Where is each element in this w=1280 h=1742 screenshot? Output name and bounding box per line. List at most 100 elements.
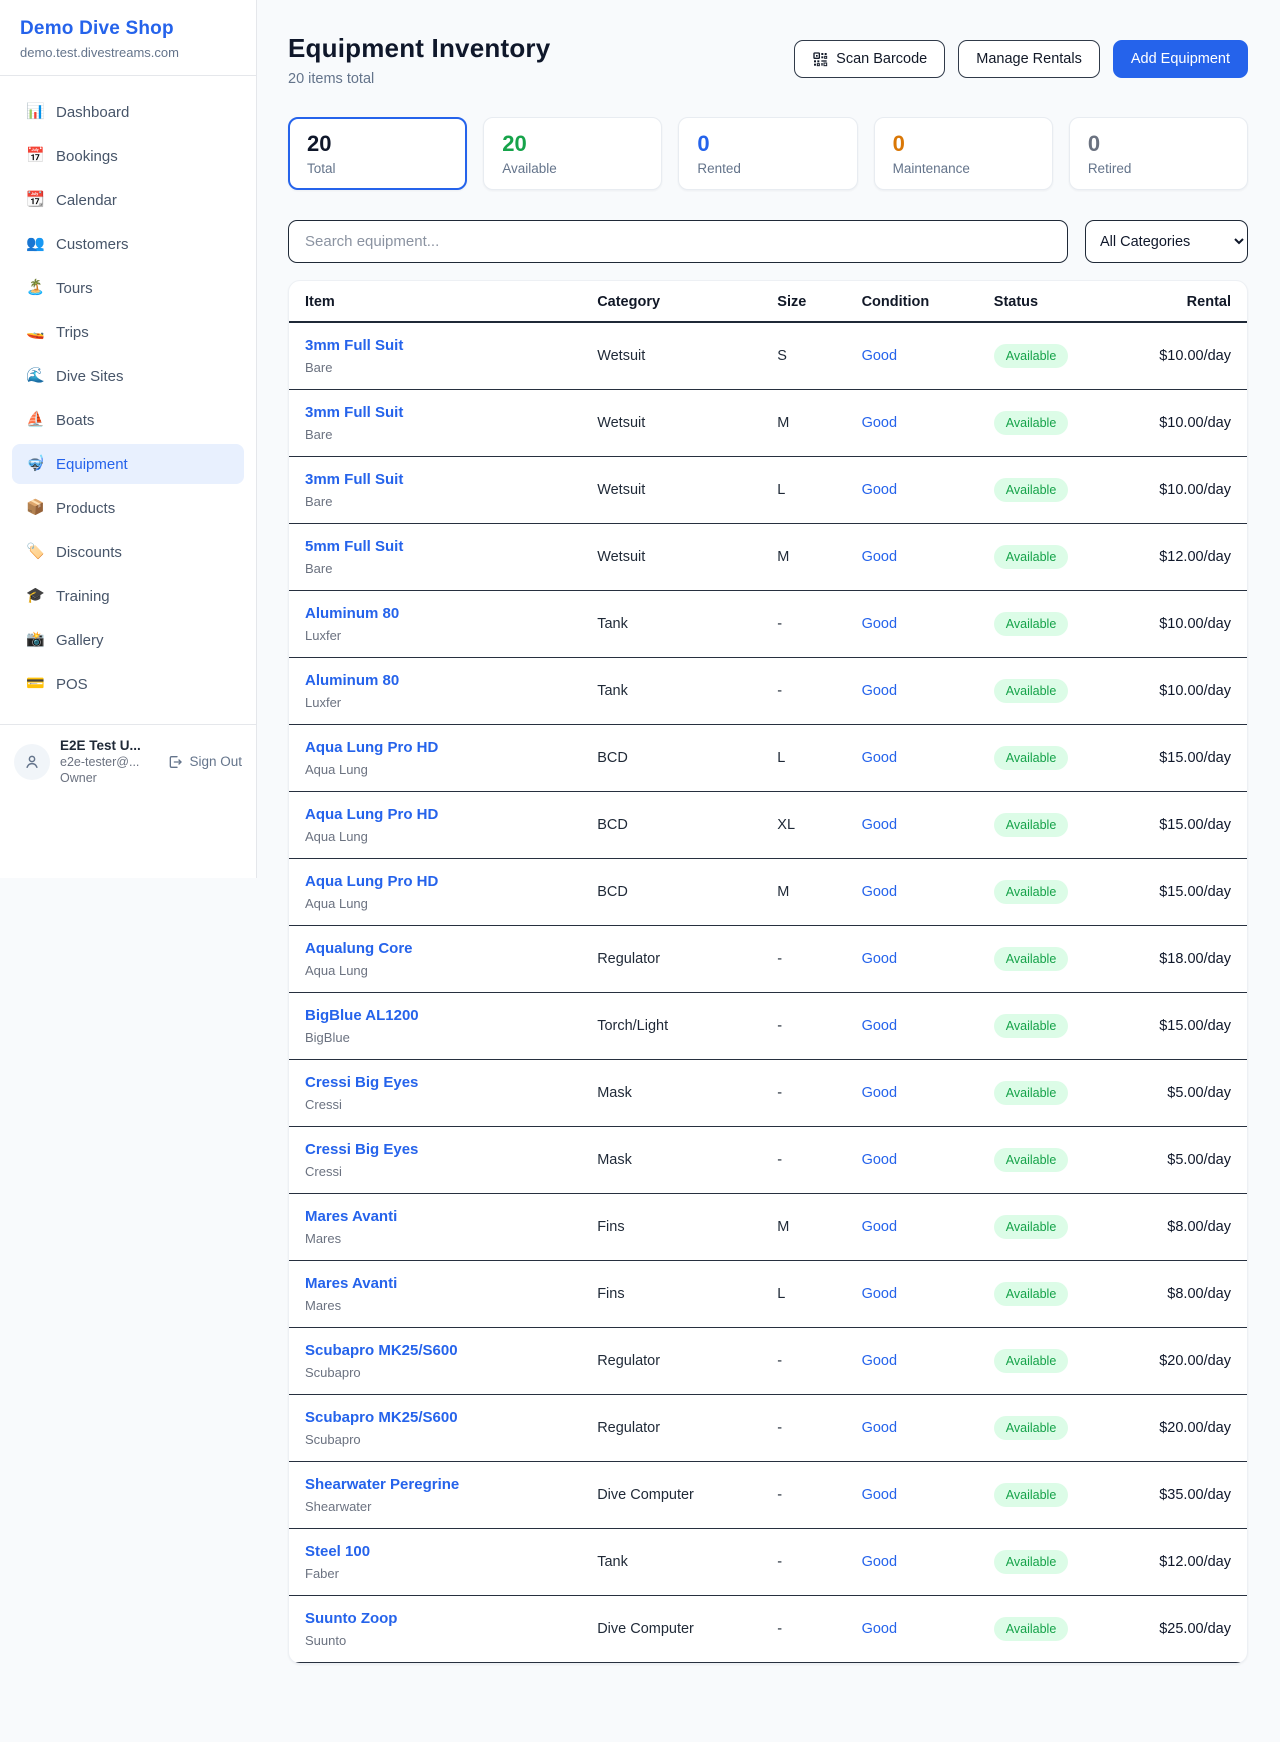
condition-link[interactable]: Good: [862, 817, 897, 833]
item-name-link[interactable]: 5mm Full Suit: [305, 537, 565, 557]
condition-link[interactable]: Good: [862, 1420, 897, 1436]
main-content: Equipment Inventory 20 items total Scan …: [257, 0, 1280, 1696]
item-name-link[interactable]: Scubapro MK25/S600: [305, 1408, 565, 1428]
sidebar-item-label: Dashboard: [56, 104, 129, 121]
sidebar-item-bookings[interactable]: 📅 Bookings: [12, 136, 244, 176]
item-name-link[interactable]: Aluminum 80: [305, 671, 565, 691]
sidebar-item-label: Dive Sites: [56, 368, 124, 385]
status-badge: Available: [994, 1215, 1069, 1239]
sidebar-item-training[interactable]: 🎓 Training: [12, 576, 244, 616]
rental-price: $8.00/day: [1167, 1219, 1231, 1235]
sidebar-item-label: Equipment: [56, 456, 128, 473]
item-brand: Mares: [305, 1297, 565, 1314]
sidebar-item-trips[interactable]: 🚤 Trips: [12, 312, 244, 352]
item-size: -: [761, 1462, 845, 1529]
item-name-link[interactable]: Aluminum 80: [305, 604, 565, 624]
search-input[interactable]: [288, 220, 1068, 263]
category-select[interactable]: All Categories: [1085, 220, 1248, 263]
condition-link[interactable]: Good: [862, 482, 897, 498]
sign-out-button[interactable]: Sign Out: [167, 754, 242, 770]
status-badge: Available: [994, 478, 1069, 502]
condition-link[interactable]: Good: [862, 750, 897, 766]
customers-icon: 👥: [26, 234, 44, 254]
item-category: Wetsuit: [581, 524, 761, 591]
sidebar-item-pos[interactable]: 💳 POS: [12, 664, 244, 704]
item-name-link[interactable]: Aqualung Core: [305, 939, 565, 959]
item-category: Tank: [581, 1529, 761, 1596]
rental-price: $10.00/day: [1159, 616, 1231, 632]
scan-barcode-button[interactable]: Scan Barcode: [794, 40, 945, 78]
sidebar-item-boats[interactable]: ⛵ Boats: [12, 400, 244, 440]
condition-link[interactable]: Good: [862, 616, 897, 632]
condition-link[interactable]: Good: [862, 884, 897, 900]
sidebar-item-calendar[interactable]: 📆 Calendar: [12, 180, 244, 220]
condition-link[interactable]: Good: [862, 549, 897, 565]
item-name-link[interactable]: Aqua Lung Pro HD: [305, 872, 565, 892]
item-category: Tank: [581, 591, 761, 658]
sidebar-item-dashboard[interactable]: 📊 Dashboard: [12, 92, 244, 132]
item-name-link[interactable]: 3mm Full Suit: [305, 336, 565, 356]
avatar: [14, 744, 50, 780]
stat-card[interactable]: 20 Available: [483, 117, 662, 190]
sidebar-item-equipment[interactable]: 🤿 Equipment: [12, 444, 244, 484]
sidebar-item-dive-sites[interactable]: 🌊 Dive Sites: [12, 356, 244, 396]
item-brand: Aqua Lung: [305, 761, 565, 778]
stat-label: Total: [307, 161, 448, 176]
sidebar-item-label: Bookings: [56, 148, 118, 165]
item-name-link[interactable]: Mares Avanti: [305, 1274, 565, 1294]
condition-link[interactable]: Good: [862, 348, 897, 364]
item-name-link[interactable]: Shearwater Peregrine: [305, 1475, 565, 1495]
sidebar-item-products[interactable]: 📦 Products: [12, 488, 244, 528]
status-badge: Available: [994, 1617, 1069, 1641]
condition-link[interactable]: Good: [862, 1621, 897, 1637]
item-name-link[interactable]: BigBlue AL1200: [305, 1006, 565, 1026]
stat-card[interactable]: 0 Retired: [1069, 117, 1248, 190]
item-name-link[interactable]: 3mm Full Suit: [305, 403, 565, 423]
condition-link[interactable]: Good: [862, 415, 897, 431]
tours-icon: 🏝️: [26, 278, 44, 298]
condition-link[interactable]: Good: [862, 1018, 897, 1034]
sidebar-item-discounts[interactable]: 🏷️ Discounts: [12, 532, 244, 572]
rental-price: $15.00/day: [1159, 817, 1231, 833]
item-category: Mask: [581, 1060, 761, 1127]
item-name-link[interactable]: Mares Avanti: [305, 1207, 565, 1227]
item-name-link[interactable]: Steel 100: [305, 1542, 565, 1562]
condition-link[interactable]: Good: [862, 1353, 897, 1369]
item-name-link[interactable]: Cressi Big Eyes: [305, 1073, 565, 1093]
item-name-link[interactable]: Suunto Zoop: [305, 1609, 565, 1629]
stat-card[interactable]: 0 Rented: [678, 117, 857, 190]
condition-link[interactable]: Good: [862, 1152, 897, 1168]
item-size: L: [761, 1261, 845, 1328]
item-name-link[interactable]: Cressi Big Eyes: [305, 1140, 565, 1160]
condition-link[interactable]: Good: [862, 1219, 897, 1235]
condition-link[interactable]: Good: [862, 683, 897, 699]
item-size: -: [761, 993, 845, 1060]
manage-rentals-button[interactable]: Manage Rentals: [958, 40, 1100, 78]
sidebar-item-tours[interactable]: 🏝️ Tours: [12, 268, 244, 308]
item-category: Wetsuit: [581, 390, 761, 457]
item-size: -: [761, 658, 845, 725]
condition-link[interactable]: Good: [862, 1554, 897, 1570]
condition-link[interactable]: Good: [862, 1085, 897, 1101]
rental-price: $25.00/day: [1159, 1621, 1231, 1637]
table-row: Scubapro MK25/S600 Scubapro Regulator - …: [289, 1395, 1247, 1462]
item-brand: Cressi: [305, 1163, 565, 1180]
stat-card[interactable]: 20 Total: [288, 117, 467, 190]
item-name-link[interactable]: 3mm Full Suit: [305, 470, 565, 490]
item-name-link[interactable]: Aqua Lung Pro HD: [305, 805, 565, 825]
rental-price: $5.00/day: [1167, 1152, 1231, 1168]
sidebar-item-label: Customers: [56, 236, 129, 253]
stat-card[interactable]: 0 Maintenance: [874, 117, 1053, 190]
item-category: Regulator: [581, 1395, 761, 1462]
item-name-link[interactable]: Aqua Lung Pro HD: [305, 738, 565, 758]
sidebar-item-customers[interactable]: 👥 Customers: [12, 224, 244, 264]
calendar-icon: 📆: [26, 190, 44, 210]
item-size: -: [761, 1328, 845, 1395]
sidebar-item-gallery[interactable]: 📸 Gallery: [12, 620, 244, 660]
condition-link[interactable]: Good: [862, 1286, 897, 1302]
item-name-link[interactable]: Scubapro MK25/S600: [305, 1341, 565, 1361]
condition-link[interactable]: Good: [862, 951, 897, 967]
condition-link[interactable]: Good: [862, 1487, 897, 1503]
add-equipment-button[interactable]: Add Equipment: [1113, 40, 1248, 78]
status-badge: Available: [994, 1148, 1069, 1172]
